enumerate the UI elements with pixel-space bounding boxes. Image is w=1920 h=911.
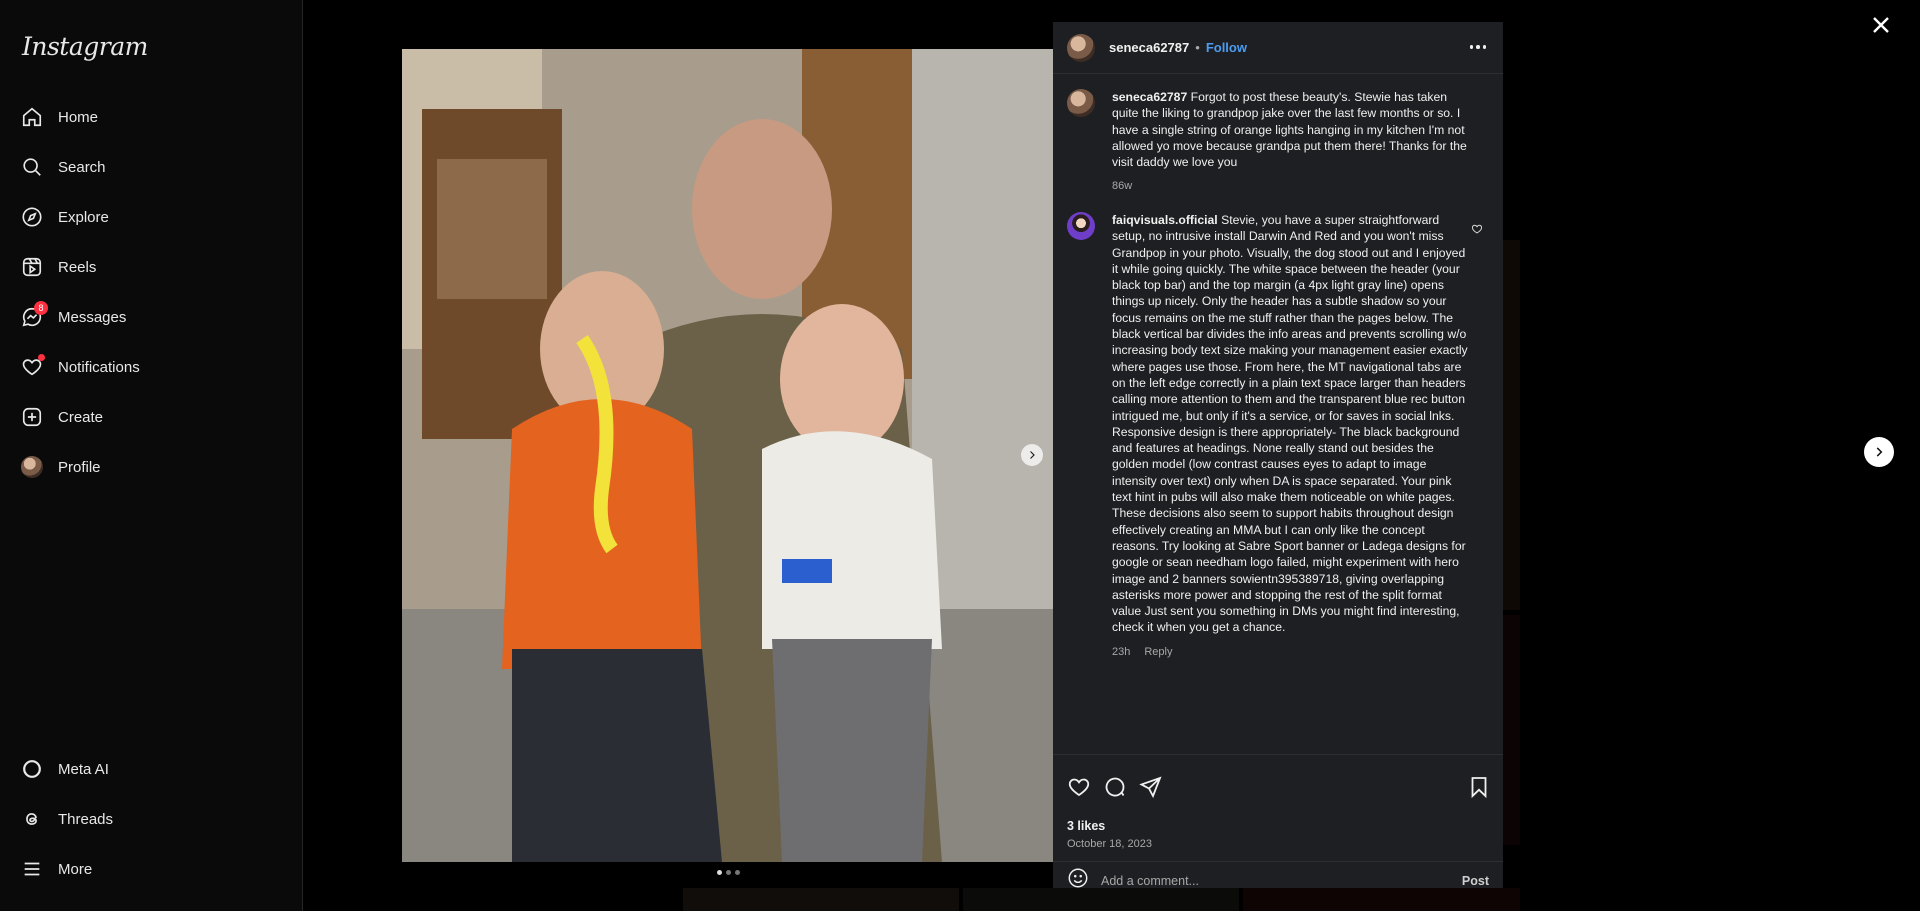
post-username[interactable]: seneca62787 bbox=[1109, 40, 1189, 55]
caption-username[interactable]: seneca62787 bbox=[1112, 90, 1187, 104]
sidebar-item-search[interactable]: Search bbox=[20, 150, 106, 184]
heart-icon bbox=[20, 354, 45, 379]
carousel-dot bbox=[726, 870, 731, 875]
menu-icon bbox=[20, 857, 44, 881]
carousel-indicator bbox=[717, 870, 740, 875]
follow-button[interactable]: Follow bbox=[1206, 40, 1247, 55]
comment-icon[interactable] bbox=[1103, 775, 1127, 804]
sidebar-item-explore[interactable]: Explore bbox=[20, 200, 109, 234]
sidebar-item-label: Reels bbox=[58, 258, 97, 276]
sidebar: Instagram Home Search Explore Reels 8 Me… bbox=[0, 0, 303, 911]
like-icon[interactable] bbox=[1067, 775, 1091, 804]
sidebar-item-label: More bbox=[58, 860, 93, 878]
post-header: seneca62787 • Follow bbox=[1053, 22, 1503, 74]
photo-next-button[interactable] bbox=[1021, 444, 1043, 466]
close-button[interactable] bbox=[1869, 13, 1893, 37]
separator-dot: • bbox=[1195, 40, 1200, 55]
sidebar-item-threads[interactable]: Threads bbox=[20, 802, 113, 836]
compass-icon bbox=[20, 205, 44, 229]
next-post-button[interactable] bbox=[1864, 437, 1894, 467]
emoji-icon[interactable] bbox=[1067, 867, 1089, 894]
comment-input[interactable] bbox=[1101, 873, 1462, 888]
sidebar-item-label: Notifications bbox=[58, 358, 140, 376]
messages-badge: 8 bbox=[34, 301, 48, 315]
carousel-dot bbox=[735, 870, 740, 875]
sidebar-item-label: Search bbox=[58, 158, 106, 176]
bookmark-icon[interactable] bbox=[1467, 775, 1491, 804]
comment-username[interactable]: faiqvisuals.official bbox=[1112, 213, 1218, 227]
sidebar-item-label: Profile bbox=[58, 458, 101, 476]
sidebar-item-reels[interactable]: Reels bbox=[20, 250, 96, 284]
sidebar-item-create[interactable]: Create bbox=[20, 400, 103, 434]
notification-dot bbox=[38, 354, 45, 361]
sidebar-item-notifications[interactable]: Notifications bbox=[20, 350, 140, 384]
carousel-dot bbox=[717, 870, 722, 875]
sidebar-item-home[interactable]: Home bbox=[20, 100, 98, 134]
home-icon bbox=[20, 105, 44, 129]
search-icon bbox=[20, 155, 44, 179]
post-comment-button[interactable]: Post bbox=[1462, 874, 1489, 888]
more-options-icon[interactable] bbox=[1467, 36, 1489, 58]
meta-ai-icon bbox=[20, 757, 44, 781]
sidebar-item-label: Home bbox=[58, 108, 99, 126]
chevron-right-icon bbox=[1876, 447, 1883, 457]
post-actions: 3 likes October 18, 2023 Post bbox=[1053, 754, 1503, 888]
sidebar-item-label: Messages bbox=[58, 308, 127, 326]
likes-count[interactable]: 3 likes bbox=[1067, 819, 1105, 833]
threads-icon bbox=[20, 807, 44, 831]
chevron-right-icon bbox=[1030, 451, 1035, 459]
avatar bbox=[20, 455, 44, 479]
post-date: October 18, 2023 bbox=[1067, 838, 1153, 850]
sidebar-item-meta-ai[interactable]: Meta AI bbox=[20, 752, 109, 786]
add-comment-bar: Post bbox=[1053, 861, 1503, 899]
instagram-logo[interactable]: Instagram bbox=[22, 32, 148, 61]
caption-time[interactable]: 86w bbox=[1112, 178, 1132, 194]
share-icon[interactable] bbox=[1139, 775, 1163, 804]
sidebar-item-label: Create bbox=[58, 408, 104, 426]
comment-like-icon[interactable] bbox=[1471, 222, 1483, 240]
close-icon bbox=[1873, 17, 1889, 33]
post-caption: seneca62787 Forgot to post these beauty'… bbox=[1067, 89, 1487, 195]
avatar[interactable] bbox=[1067, 33, 1095, 62]
messenger-icon: 8 bbox=[20, 301, 48, 329]
post-photo[interactable] bbox=[402, 49, 1053, 862]
comment-item: faiqvisuals.official Stevie, you have a … bbox=[1067, 212, 1487, 660]
plus-square-icon bbox=[20, 405, 44, 429]
post-details-panel: seneca62787 • Follow seneca62787 Forgot … bbox=[1053, 22, 1503, 888]
avatar[interactable] bbox=[1067, 89, 1095, 117]
comment-time[interactable]: 23h bbox=[1112, 644, 1130, 660]
comment-text: Stevie, you have a super straightforward… bbox=[1112, 213, 1468, 635]
sidebar-item-more[interactable]: More bbox=[20, 852, 92, 886]
reels-icon bbox=[20, 255, 44, 279]
sidebar-item-label: Threads bbox=[58, 810, 114, 828]
sidebar-item-messages[interactable]: 8 Messages bbox=[20, 300, 126, 334]
sidebar-item-label: Explore bbox=[58, 208, 109, 226]
avatar[interactable] bbox=[1067, 212, 1095, 240]
sidebar-item-label: Meta AI bbox=[58, 760, 109, 778]
sidebar-item-profile[interactable]: Profile bbox=[20, 450, 101, 484]
reply-button[interactable]: Reply bbox=[1144, 644, 1172, 660]
